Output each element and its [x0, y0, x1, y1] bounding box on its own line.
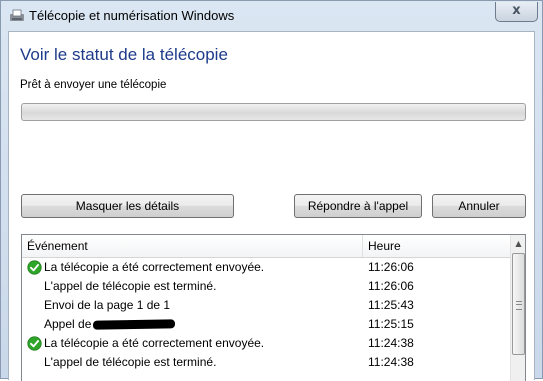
- event-text: Envoi de la page 1 de 1: [44, 298, 171, 312]
- event-text: L'appel de télécopie est terminé.: [44, 355, 217, 369]
- event-text: La télécopie a été correctement envoyée.: [44, 260, 265, 274]
- event-row[interactable]: La télécopie a été correctement envoyée.…: [22, 335, 510, 354]
- event-time: 11:26:06: [368, 260, 414, 274]
- hide-details-button[interactable]: Masquer les détails: [21, 194, 234, 218]
- event-time: 11:26:06: [368, 279, 414, 293]
- scroll-up-arrow-icon[interactable]: ▲: [511, 235, 525, 252]
- event-row[interactable]: L'appel de télécopie est terminé. 11:24:3…: [22, 354, 510, 373]
- fax-status-window: Télécopie et numérisation Windows x Voir…: [0, 0, 543, 381]
- status-text: Prêt à envoyer une télécopie: [20, 79, 167, 91]
- column-divider[interactable]: [362, 235, 363, 257]
- event-text: Appel de: [44, 317, 92, 331]
- content-panel: Voir le statut de la télécopie Prêt à en…: [8, 31, 535, 381]
- event-time: 11:24:38: [368, 336, 414, 350]
- column-header-event[interactable]: Événement: [27, 239, 88, 253]
- fax-app-icon: [10, 9, 24, 21]
- event-rows: La télécopie a été correctement envoyée.…: [22, 259, 510, 373]
- event-list-header: Événement Heure: [22, 235, 510, 258]
- window-title: Télécopie et numérisation Windows: [29, 8, 235, 23]
- grip-icon: [516, 301, 522, 310]
- event-list: Événement Heure La télécopie a été corre…: [21, 234, 526, 381]
- event-row[interactable]: La télécopie a été correctement envoyée.…: [22, 259, 510, 278]
- close-button[interactable]: x: [495, 2, 538, 22]
- answer-call-button[interactable]: Répondre à l'appel: [294, 194, 422, 218]
- event-time: 11:25:15: [368, 317, 414, 331]
- page-title: Voir le statut de la télécopie: [20, 45, 228, 64]
- event-time: 11:25:43: [368, 298, 414, 312]
- success-check-icon: [27, 336, 42, 351]
- event-row[interactable]: Envoi de la page 1 de 1 11:25:43: [22, 297, 510, 316]
- redacted-number: [92, 319, 176, 330]
- vertical-scrollbar[interactable]: ▲: [510, 235, 525, 381]
- event-text: La télécopie a été correctement envoyée.: [44, 336, 265, 350]
- scrollbar-thumb[interactable]: [512, 253, 525, 355]
- close-icon: x: [512, 3, 521, 18]
- event-time: 11:24:38: [368, 355, 414, 369]
- success-check-icon: [27, 260, 42, 275]
- event-row[interactable]: Appel de 11:25:15: [22, 316, 510, 335]
- event-text: L'appel de télécopie est terminé.: [44, 279, 217, 293]
- event-row[interactable]: L'appel de télécopie est terminé. 11:26:0…: [22, 278, 510, 297]
- column-header-time[interactable]: Heure: [368, 239, 401, 253]
- progress-bar: [21, 103, 526, 121]
- title-bar: Télécopie et numérisation Windows x: [1, 1, 542, 31]
- cancel-button[interactable]: Annuler: [432, 194, 526, 218]
